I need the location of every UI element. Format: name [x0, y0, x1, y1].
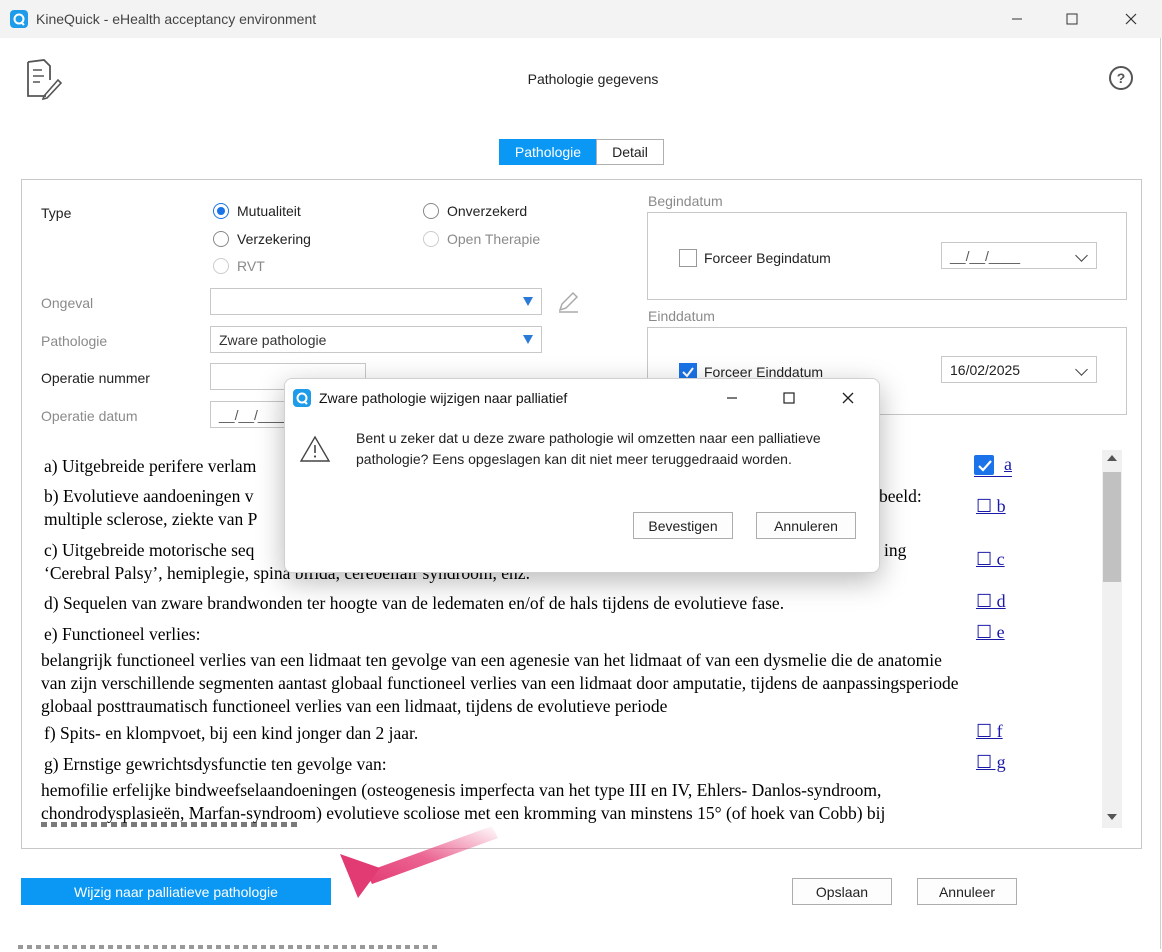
criterion-f-text: f) Spits- en klompvoet, bij een kind jon… — [44, 723, 419, 743]
radio-rvt: RVT — [213, 258, 265, 274]
radio-onverzekerd-label: Onverzekerd — [447, 203, 528, 219]
dropdown-arrow-icon — [523, 335, 533, 344]
annuleren-button[interactable]: Annuleren — [756, 512, 856, 539]
ongeval-select[interactable] — [210, 288, 542, 315]
criterion-g-detail-1: hemofilie erfelijke bindweefselaandoenin… — [41, 780, 882, 800]
radio-mutualiteit-circle[interactable] — [213, 203, 229, 219]
chevron-down-icon — [1075, 363, 1088, 376]
dialog-app-logo-icon — [293, 389, 311, 407]
einddatum-date-picker[interactable]: 16/02/2025 — [941, 356, 1097, 383]
annuleer-button[interactable]: Annuleer — [917, 878, 1017, 905]
criterion-g-text: g) Ernstige gewrichtsdysfunctie ten gevo… — [44, 754, 387, 774]
criterion-e-detail-2: van zijn verschillende segmenten aantast… — [41, 673, 959, 693]
window-titlebar: KineQuick - eHealth acceptancy environme… — [0, 0, 1162, 38]
dialog-minimize-button[interactable] — [709, 379, 755, 417]
chevron-down-icon — [1075, 249, 1088, 262]
scroll-thumb[interactable] — [1103, 472, 1121, 582]
opslaan-button[interactable]: Opslaan — [792, 878, 892, 905]
tab-pathologie[interactable]: Pathologie — [499, 139, 597, 165]
warning-icon — [299, 435, 331, 466]
radio-open-therapie-label: Open Therapie — [447, 231, 541, 247]
window-title: KineQuick - eHealth acceptancy environme… — [36, 11, 317, 27]
criterion-a-text: a) Uitgebreide perifere verlam — [44, 456, 257, 476]
criterion-g-link[interactable]: ☐ g — [976, 752, 1006, 773]
einddatum-date-value: 16/02/2025 — [950, 361, 1021, 378]
radio-verzekering-label: Verzekering — [237, 231, 311, 247]
radio-mutualiteit-label: Mutualiteit — [237, 203, 301, 219]
radio-verzekering[interactable]: Verzekering — [213, 231, 311, 247]
begindatum-group-title: Begindatum — [648, 193, 723, 209]
forceer-begindatum-label: Forceer Begindatum — [704, 250, 831, 266]
dialog-maximize-button[interactable] — [766, 379, 812, 417]
criterion-e-detail-1: belangrijk functioneel verlies van een l… — [41, 650, 942, 670]
criterion-c-link[interactable]: ☐ c — [976, 549, 1005, 570]
criterion-a-link-label[interactable]: a — [1004, 454, 1012, 475]
radio-open-therapie: Open Therapie — [423, 231, 540, 247]
operatie-datum-value: __/__/____ — [219, 406, 290, 423]
pathologie-select[interactable]: Zware pathologie — [210, 326, 542, 353]
bottom-clipped-strip — [18, 942, 438, 949]
help-icon[interactable]: ? — [1109, 66, 1133, 90]
criterion-b-text-1: b) Evolutieve aandoeningen v — [44, 486, 254, 506]
tab-detail[interactable]: Detail — [596, 139, 664, 165]
confirm-dialog: Zware pathologie wijzigen naar palliatie… — [284, 378, 880, 573]
begindatum-date-picker[interactable]: __/__/____ — [941, 242, 1097, 269]
criterion-e-link[interactable]: ☐ e — [976, 622, 1005, 643]
begindatum-date-value: __/__/____ — [950, 247, 1021, 264]
dialog-close-button[interactable] — [825, 379, 871, 417]
dropdown-arrow-icon — [523, 297, 533, 306]
criterion-b-link[interactable]: ☐ b — [976, 496, 1006, 517]
ongeval-label: Ongeval — [41, 295, 94, 311]
palliatief-button[interactable]: Wijzig naar palliatieve pathologie — [21, 878, 331, 905]
scroll-down-icon[interactable] — [1107, 814, 1117, 820]
radio-onverzekerd-circle[interactable] — [423, 203, 439, 219]
bevestigen-button[interactable]: Bevestigen — [633, 512, 733, 539]
page-title: Pathologie gegevens — [527, 71, 659, 87]
operatie-datum-label: Operatie datum — [41, 408, 138, 424]
dialog-message-line-1: Bent u zeker dat u deze zware pathologie… — [356, 430, 821, 446]
radio-verzekering-circle[interactable] — [213, 231, 229, 247]
radio-rvt-label: RVT — [237, 258, 265, 274]
radio-onverzekerd[interactable]: Onverzekerd — [423, 203, 527, 219]
app-logo-icon — [10, 10, 28, 28]
criterion-e-detail-3: globaal posttraumatisch functioneel verl… — [41, 696, 668, 716]
forceer-begindatum-checkbox[interactable] — [679, 249, 697, 267]
criterion-g-detail-3-clipped — [41, 821, 301, 827]
criterion-d-text: d) Sequelen van zware brandwonden ter ho… — [44, 593, 785, 613]
dialog-titlebar: Zware pathologie wijzigen naar palliatie… — [285, 379, 879, 417]
minimize-button[interactable] — [994, 0, 1040, 38]
pathologie-label: Pathologie — [41, 333, 108, 349]
radio-open-therapie-circle — [423, 231, 439, 247]
criterion-a-link[interactable]: a — [974, 454, 1012, 477]
criterion-b-text-2: multiple sclerose, ziekte van P — [44, 509, 258, 529]
close-button[interactable] — [1108, 0, 1154, 38]
criterion-c-text-1: c) Uitgebreide motorische seq — [44, 540, 255, 560]
type-label: Type — [41, 205, 72, 221]
dialog-title: Zware pathologie wijzigen naar palliatie… — [319, 390, 568, 406]
einddatum-group-title: Einddatum — [648, 308, 715, 324]
criterion-d-link[interactable]: ☐ d — [976, 591, 1006, 612]
criterion-e-text: e) Functioneel verlies: — [44, 624, 201, 644]
pencil-edit-icon[interactable] — [556, 290, 580, 317]
maximize-button[interactable] — [1049, 0, 1095, 38]
operatie-nummer-label: Operatie nummer — [41, 370, 150, 386]
criterion-b-text-1-end: beeld: — [879, 486, 922, 506]
criterion-f-link[interactable]: ☐ f — [976, 721, 1003, 742]
dialog-message-line-2: pathologie? Eens opgeslagen kan dit niet… — [356, 451, 792, 467]
criteria-scrollbar[interactable] — [1102, 450, 1122, 828]
pathologie-value: Zware pathologie — [219, 331, 327, 348]
radio-rvt-circle — [213, 258, 229, 274]
radio-mutualiteit[interactable]: Mutualiteit — [213, 203, 301, 219]
scroll-up-icon[interactable] — [1107, 455, 1117, 461]
criterion-a-checkbox[interactable] — [974, 454, 994, 475]
criterion-c-text-1-end: ing — [884, 540, 907, 560]
